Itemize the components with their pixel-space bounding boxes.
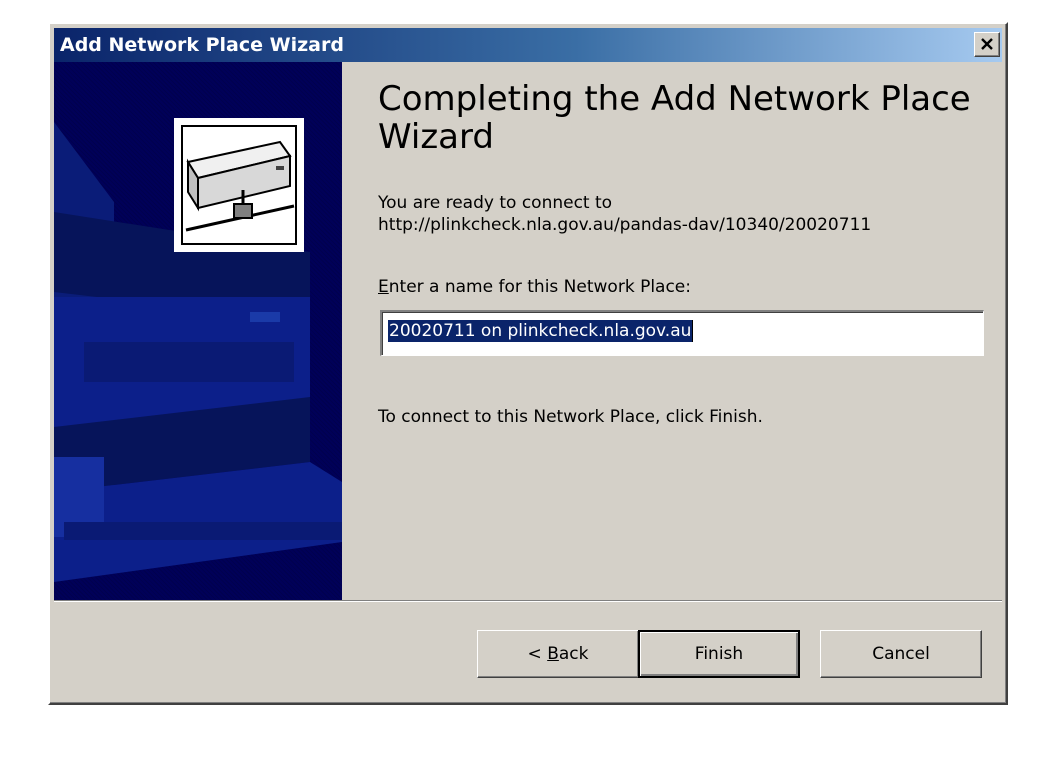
text-caret xyxy=(692,320,694,342)
cancel-button[interactable]: Cancel xyxy=(820,630,982,678)
back-rest: ack xyxy=(558,644,589,664)
finish-button[interactable]: Finish xyxy=(638,630,800,678)
name-label-accel: E xyxy=(378,277,389,297)
page-title: Completing the Add Network Place Wizard xyxy=(378,79,971,157)
button-separator xyxy=(54,600,1002,602)
name-label: Enter a name for this Network Place: xyxy=(378,276,691,298)
finish-hint: To connect to this Network Place, click … xyxy=(378,407,763,427)
network-drive-icon xyxy=(54,118,342,582)
close-icon xyxy=(981,38,993,50)
network-place-name-value: 20020711 on plinkcheck.nla.gov.au xyxy=(388,320,693,342)
title-bar[interactable]: Add Network Place Wizard xyxy=(54,28,1002,62)
cancel-label: Cancel xyxy=(872,644,930,664)
back-button[interactable]: < Back xyxy=(477,630,639,678)
window-title: Add Network Place Wizard xyxy=(60,34,344,56)
back-prefix: < xyxy=(527,644,548,664)
wizard-window: Add Network Place Wizard Completing the … xyxy=(48,22,1008,705)
target-url: http://plinkcheck.nla.gov.au/pandas-dav/… xyxy=(378,215,872,235)
finish-label: Finish xyxy=(694,644,744,664)
name-label-rest: nter a name for this Network Place: xyxy=(388,277,691,297)
wizard-content: Completing the Add Network Place Wizard … xyxy=(342,62,1002,600)
network-place-name-input[interactable]: 20020711 on plinkcheck.nla.gov.au xyxy=(380,310,984,356)
ready-text: You are ready to connect to xyxy=(378,193,613,213)
wizard-sidebar xyxy=(54,62,342,600)
back-accel: B xyxy=(547,644,559,664)
close-button[interactable] xyxy=(974,32,1000,57)
